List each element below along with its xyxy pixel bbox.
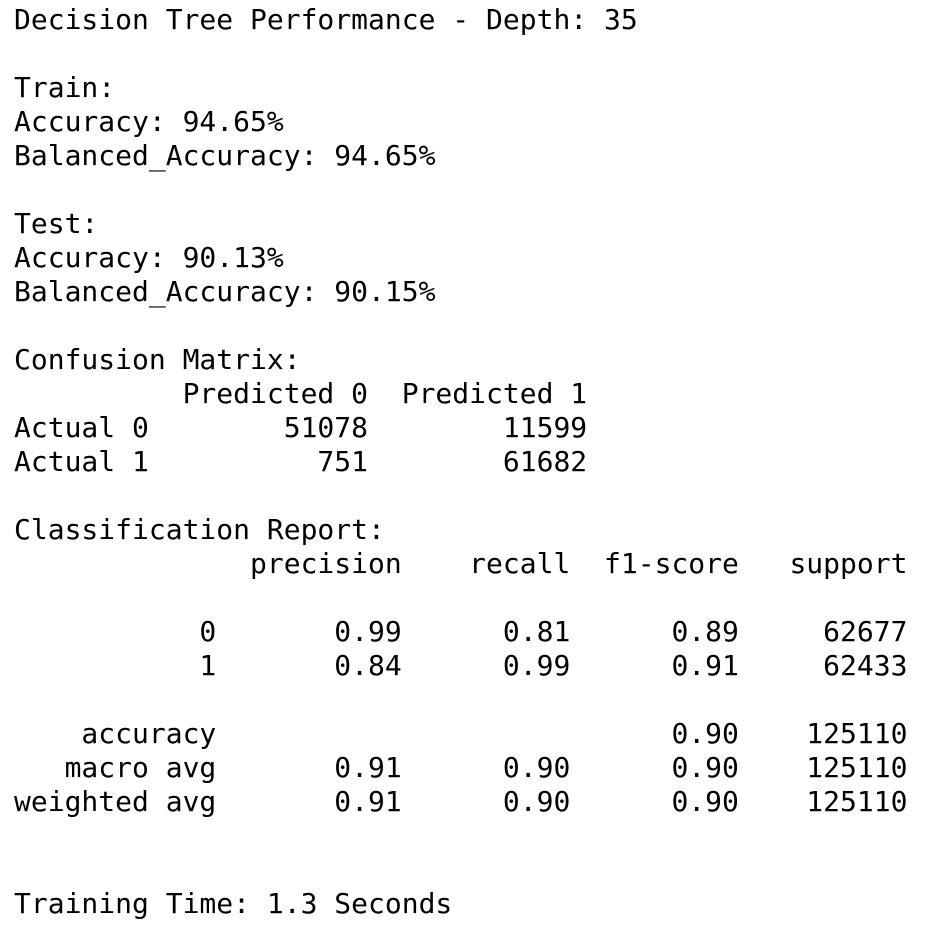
confusion-matrix-heading: Confusion Matrix: bbox=[14, 343, 301, 376]
classification-report-row: accuracy 0.90 125110 bbox=[14, 717, 908, 750]
train-accuracy: Accuracy: 94.65% bbox=[14, 105, 284, 138]
report-title: Decision Tree Performance - Depth: 35 bbox=[14, 3, 638, 36]
confusion-matrix-row: Actual 0 51078 11599 bbox=[14, 411, 588, 444]
train-balanced-accuracy: Balanced_Accuracy: 94.65% bbox=[14, 139, 436, 172]
confusion-matrix-row: Actual 1 751 61682 bbox=[14, 445, 588, 478]
test-accuracy: Accuracy: 90.13% bbox=[14, 241, 284, 274]
test-balanced-accuracy: Balanced_Accuracy: 90.15% bbox=[14, 275, 436, 308]
classification-report-row: weighted avg 0.91 0.90 0.90 125110 bbox=[14, 785, 908, 818]
classification-report-row: 1 0.84 0.99 0.91 62433 bbox=[14, 649, 908, 682]
console-output: Decision Tree Performance - Depth: 35 Tra… bbox=[14, 3, 907, 921]
classification-report-row: macro avg 0.91 0.90 0.90 125110 bbox=[14, 751, 908, 784]
confusion-matrix-header-row: Predicted 0 Predicted 1 bbox=[14, 377, 588, 410]
test-heading: Test: bbox=[14, 207, 99, 240]
train-heading: Train: bbox=[14, 71, 116, 104]
classification-report-heading: Classification Report: bbox=[14, 513, 385, 546]
classification-report-header-row: precision recall f1-score support bbox=[14, 547, 908, 580]
training-time: Training Time: 1.3 Seconds bbox=[14, 887, 453, 920]
classification-report-row: 0 0.99 0.81 0.89 62677 bbox=[14, 615, 908, 648]
